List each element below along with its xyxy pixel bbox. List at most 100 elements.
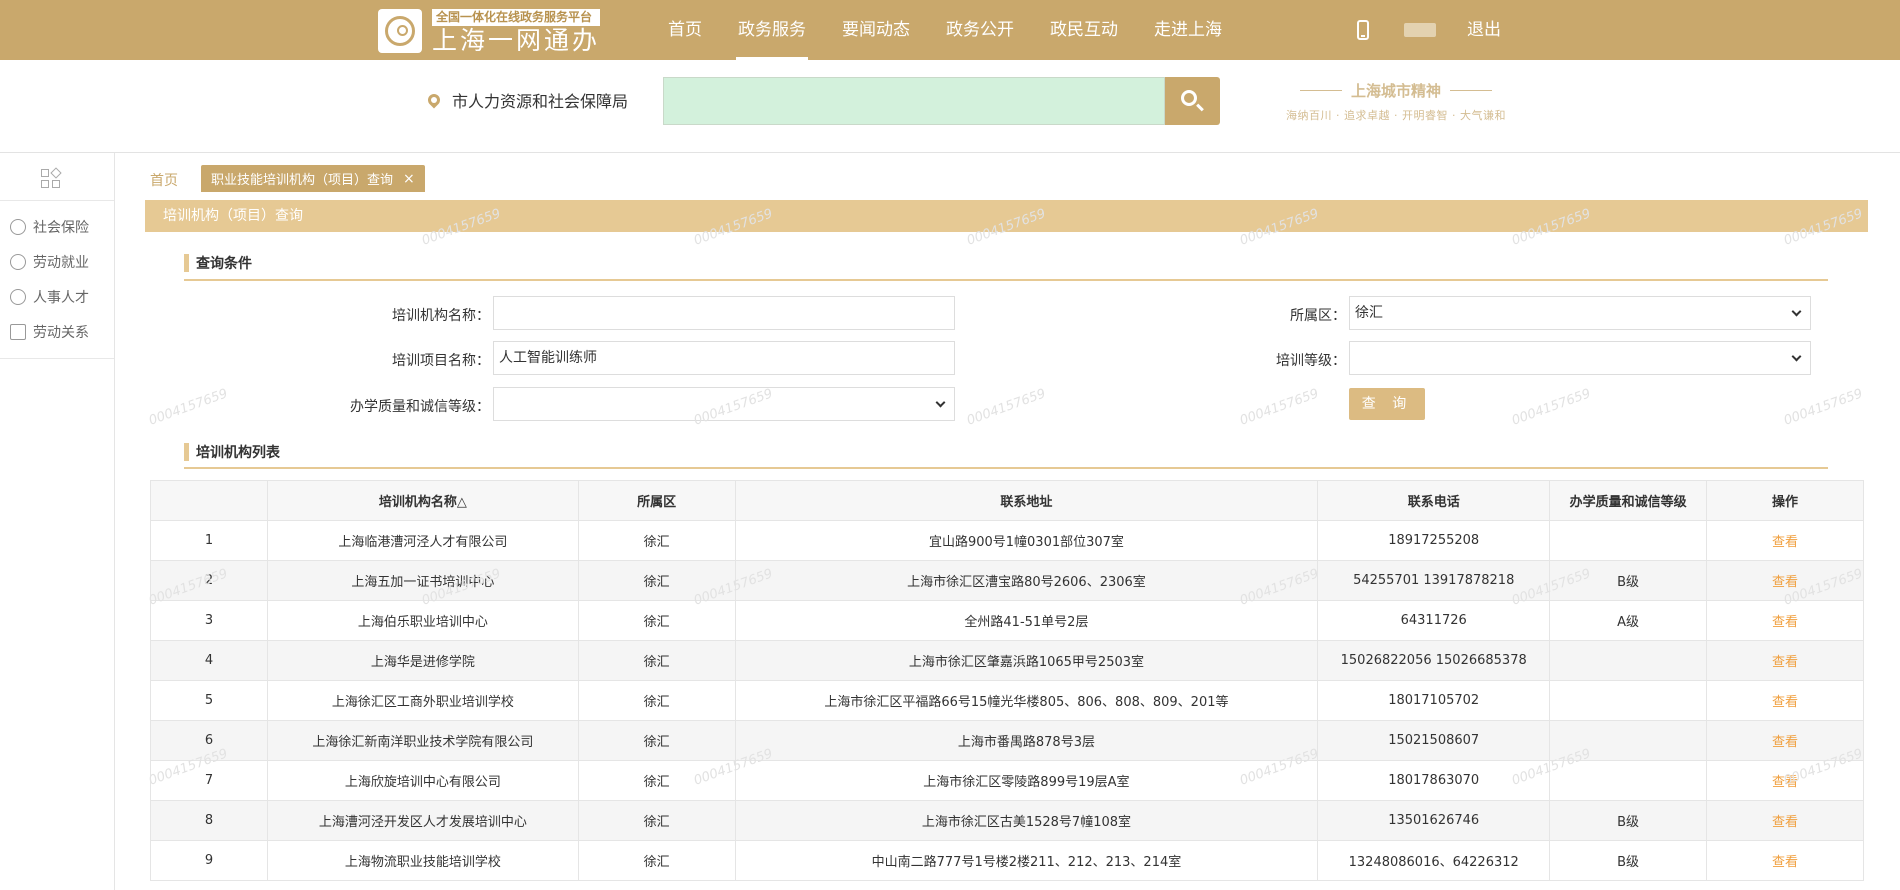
worker-icon <box>10 254 26 270</box>
district-select[interactable]: 徐汇 <box>1349 296 1811 330</box>
row-district: 徐汇 <box>577 760 736 801</box>
nav-home[interactable]: 首页 <box>668 0 702 60</box>
section-divider <box>184 467 1828 469</box>
logo-title: 上海一网通办 <box>432 25 601 55</box>
table-row: 8 上海漕河泾开发区人才发展培训中心 徐汇 上海市徐汇区古美1528号7幢108… <box>150 800 1864 841</box>
table-row: 3 上海伯乐职业培训中心 徐汇 全州路41-51单号2层 64311726 A级… <box>150 600 1864 641</box>
sidebar-item-label: 社会保险 <box>33 220 89 236</box>
sidebar-item-social-insurance[interactable]: 社会保险 <box>10 217 89 237</box>
row-quality <box>1549 760 1708 801</box>
quality-level-select[interactable] <box>493 387 955 421</box>
watermark: 0004157659 <box>964 386 1048 429</box>
col-phone-header: 联系电话 <box>1317 480 1551 521</box>
nav-about-shanghai[interactable]: 走进上海 <box>1154 0 1222 60</box>
city-spirit-banner: 上海城市精神 海纳百川 · 追求卓越 · 开明睿智 · 大气谦和 <box>1278 80 1514 123</box>
view-link[interactable]: 查看 <box>1772 855 1798 870</box>
query-button[interactable]: 查 询 <box>1349 388 1425 420</box>
row-index: 5 <box>150 680 268 721</box>
col-address-header: 联系地址 <box>734 480 1319 521</box>
col-quality-header: 办学质量和诚信等级 <box>1549 480 1708 521</box>
sidebar-item-label: 劳动就业 <box>33 255 89 271</box>
row-quality <box>1549 640 1708 681</box>
sidebar-item-label: 劳动关系 <box>33 325 89 341</box>
org-name-input[interactable] <box>493 296 955 330</box>
row-org-name: 上海徐汇新南洋职业技术学院有限公司 <box>266 720 579 761</box>
list-section-title: 培训机构列表 <box>184 442 280 462</box>
row-address: 上海市徐汇区古美1528号7幢108室 <box>734 800 1319 841</box>
row-phone: 18917255208 <box>1317 520 1551 561</box>
row-phone: 15021508607 <box>1317 720 1551 761</box>
project-name-label: 培训项目名称： <box>392 353 490 369</box>
district-label: 所属区： <box>1290 308 1346 324</box>
tab-home[interactable]: 首页 <box>150 170 178 190</box>
nav-gov-open[interactable]: 政务公开 <box>946 0 1014 60</box>
row-quality: B级 <box>1549 560 1708 601</box>
close-icon[interactable]: × <box>403 171 415 187</box>
search-icon <box>1181 90 1197 106</box>
view-link[interactable]: 查看 <box>1772 815 1798 830</box>
nav-gov-services[interactable]: 政务服务 <box>736 0 808 60</box>
view-link[interactable]: 查看 <box>1772 615 1798 630</box>
training-level-select[interactable] <box>1349 341 1811 375</box>
row-address: 上海市徐汇区平福路66号15幢光华楼805、806、808、809、201等 <box>734 680 1319 721</box>
location-selector[interactable]: 市人力资源和社会保障局 <box>425 88 629 112</box>
watermark: 0004157659 <box>1509 386 1593 429</box>
location-pin-icon <box>425 91 443 109</box>
sidebar-item-employment[interactable]: 劳动就业 <box>10 252 89 272</box>
logo-subtitle: 全国一体化在线政务服务平台 <box>432 8 601 26</box>
sidebar-item-personnel[interactable]: 人事人才 <box>10 287 89 307</box>
training-org-table: 培训机构名称△ 所属区 联系地址 联系电话 办学质量和诚信等级 操作 1 上海临… <box>150 480 1864 881</box>
person-icon <box>10 289 26 305</box>
watermark: 0004157659 <box>1237 386 1321 429</box>
col-index-header <box>150 480 268 521</box>
row-phone: 54255701 13917878218 <box>1317 560 1551 601</box>
row-address: 上海市番禺路878号3层 <box>734 720 1319 761</box>
table-row: 7 上海欣旋培训中心有限公司 徐汇 上海市徐汇区零陵路899号19层A室 180… <box>150 760 1864 801</box>
row-district: 徐汇 <box>577 800 736 841</box>
city-spirit-title: 上海城市精神 <box>1278 80 1514 101</box>
row-org-name: 上海物流职业技能培训学校 <box>266 840 579 881</box>
panel-title: 培训机构（项目）查询 <box>145 200 1868 232</box>
chevron-down-icon <box>935 397 946 408</box>
row-index: 2 <box>150 560 268 601</box>
quality-level-label: 办学质量和诚信等级： <box>350 399 490 415</box>
nav-news[interactable]: 要闻动态 <box>842 0 910 60</box>
row-index: 3 <box>150 600 268 641</box>
row-district: 徐汇 <box>577 640 736 681</box>
document-icon <box>10 324 26 340</box>
apps-grid-icon[interactable] <box>41 167 62 189</box>
site-logo[interactable]: 全国一体化在线政务服务平台 上海一网通办 <box>378 8 601 55</box>
sidebar: 社会保险 劳动就业 人事人才 劳动关系 <box>0 153 115 890</box>
tab-label: 职业技能培训机构（项目）查询 <box>211 173 394 188</box>
sidebar-item-labor-relations[interactable]: 劳动关系 <box>10 322 89 342</box>
row-org-name: 上海欣旋培训中心有限公司 <box>266 760 579 801</box>
row-quality <box>1549 520 1708 561</box>
view-link[interactable]: 查看 <box>1772 655 1798 670</box>
project-name-input[interactable]: 人工智能训练师 <box>493 341 955 375</box>
table-row: 5 上海徐汇区工商外职业培训学校 徐汇 上海市徐汇区平福路66号15幢光华楼80… <box>150 680 1864 721</box>
search-input[interactable] <box>663 77 1165 125</box>
view-link[interactable]: 查看 <box>1772 735 1798 750</box>
row-quality: B级 <box>1549 840 1708 881</box>
row-quality: A级 <box>1549 600 1708 641</box>
view-link[interactable]: 查看 <box>1772 775 1798 790</box>
nav-interaction[interactable]: 政民互动 <box>1050 0 1118 60</box>
row-phone: 64311726 <box>1317 600 1551 641</box>
row-address: 全州路41-51单号2层 <box>734 600 1319 641</box>
user-name-blurred[interactable] <box>1404 23 1436 37</box>
mobile-phone-icon[interactable] <box>1357 20 1369 40</box>
row-district: 徐汇 <box>577 840 736 881</box>
row-index: 4 <box>150 640 268 681</box>
row-index: 8 <box>150 800 268 841</box>
search-button[interactable] <box>1165 77 1220 125</box>
tab-training-query[interactable]: 职业技能培训机构（项目）查询 × <box>201 165 425 192</box>
view-link[interactable]: 查看 <box>1772 535 1798 550</box>
col-org-name-header[interactable]: 培训机构名称△ <box>266 480 579 521</box>
sidebar-divider <box>0 358 114 359</box>
city-spirit-subtitle: 海纳百川 · 追求卓越 · 开明睿智 · 大气谦和 <box>1286 109 1506 122</box>
view-link[interactable]: 查看 <box>1772 695 1798 710</box>
logout-link[interactable]: 退出 <box>1467 0 1501 60</box>
view-link[interactable]: 查看 <box>1772 575 1798 590</box>
row-index: 1 <box>150 520 268 561</box>
location-label: 市人力资源和社会保障局 <box>452 92 629 111</box>
